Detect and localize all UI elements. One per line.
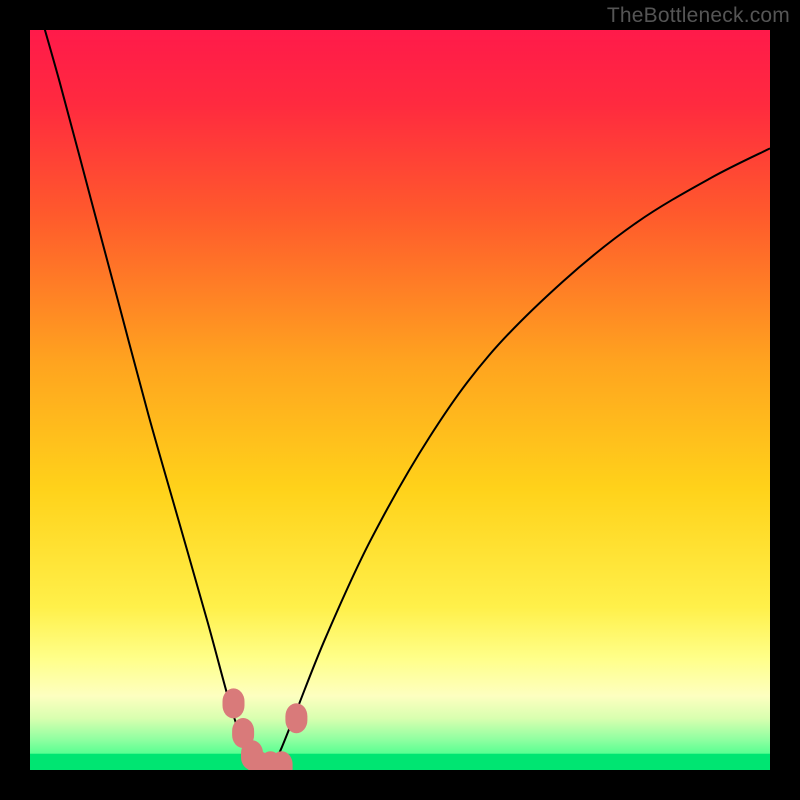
marker-dot [285, 703, 307, 733]
marker-dot [223, 688, 245, 718]
chart-frame: TheBottleneck.com [0, 0, 800, 800]
gradient-background [30, 30, 770, 770]
watermark-text: TheBottleneck.com [607, 4, 790, 28]
green-bottom-strip [30, 754, 770, 770]
chart-canvas [30, 30, 770, 770]
gradient-plot [30, 30, 770, 770]
